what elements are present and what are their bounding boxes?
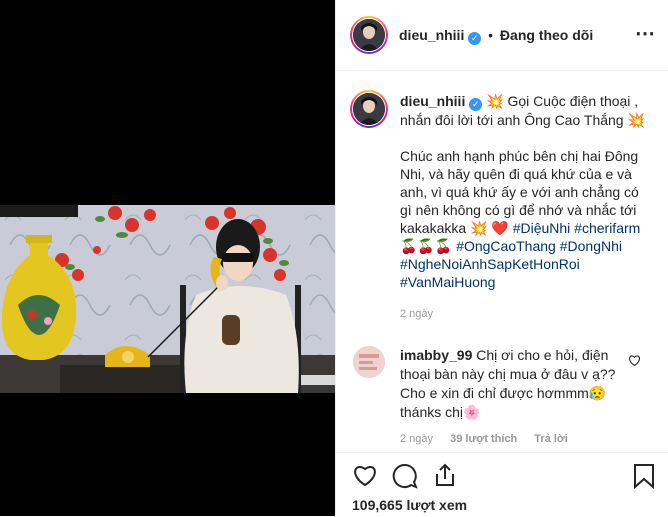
hashtag-link[interactable]: #DongNhi bbox=[560, 238, 622, 254]
caption-emoji: 🍒🍒🍒 bbox=[400, 238, 453, 254]
commenter-avatar-image bbox=[353, 346, 385, 378]
hashtag-link[interactable]: #OngCaoThang bbox=[456, 238, 556, 254]
header-separator: • bbox=[488, 27, 494, 43]
verified-badge-icon: ✓ bbox=[468, 32, 482, 45]
commenter-avatar[interactable] bbox=[353, 346, 385, 378]
post-media[interactable] bbox=[0, 0, 335, 516]
caption-avatar[interactable] bbox=[350, 90, 388, 128]
comment-block: imabby_99 Chị ơi cho e hỏi, điện thoại b… bbox=[400, 346, 622, 422]
share-icon bbox=[436, 463, 454, 486]
save-button[interactable] bbox=[633, 463, 655, 494]
like-button[interactable] bbox=[352, 463, 378, 492]
photo-illustration bbox=[0, 205, 335, 393]
post-side-panel: dieu_nhiii ✓ • Đang theo dõi ⋯ dieu_nhii… bbox=[335, 0, 668, 516]
comment-button[interactable] bbox=[392, 463, 418, 494]
caption-avatar-image bbox=[353, 93, 385, 125]
share-button[interactable] bbox=[432, 462, 458, 493]
view-count[interactable]: 109,665 lượt xem bbox=[352, 497, 467, 513]
follow-status-button[interactable]: Đang theo dõi bbox=[500, 27, 593, 43]
caption-timestamp[interactable]: 2 ngày bbox=[400, 305, 650, 323]
avatar[interactable] bbox=[350, 16, 388, 54]
caption-username[interactable]: dieu_nhiii bbox=[400, 93, 465, 109]
comment-username[interactable]: imabby_99 bbox=[400, 347, 472, 363]
post-actions-footer: 109,665 lượt xem bbox=[336, 452, 668, 517]
hashtag-link[interactable]: #VanMaiHuong bbox=[400, 274, 495, 290]
header-user-line: dieu_nhiii ✓ • Đang theo dõi bbox=[399, 27, 593, 45]
instagram-post-view: dieu_nhiii ✓ • Đang theo dõi ⋯ dieu_nhii… bbox=[0, 0, 668, 516]
comment-reply-button[interactable]: Trả lời bbox=[534, 433, 568, 445]
post-header: dieu_nhiii ✓ • Đang theo dõi ⋯ bbox=[336, 0, 668, 71]
more-icon[interactable]: ⋯ bbox=[635, 24, 655, 44]
comment-timestamp[interactable]: 2 ngày bbox=[400, 433, 433, 445]
avatar-image bbox=[353, 19, 385, 51]
hashtag-link[interactable]: #DiệuNhi bbox=[513, 220, 571, 236]
comment-icon bbox=[392, 463, 418, 489]
comment-heart-icon[interactable] bbox=[628, 354, 641, 372]
heart-icon bbox=[629, 355, 640, 367]
hashtag-link[interactable]: #NgheNoiAnhSapKetHonRoi bbox=[400, 256, 580, 272]
caption-block: dieu_nhiii ✓ 💥 Gọi Cuộc điện thoại , nhắ… bbox=[400, 92, 650, 323]
header-username[interactable]: dieu_nhiii bbox=[399, 27, 464, 43]
hashtag-link[interactable]: #cherifarm bbox=[574, 220, 640, 236]
post-photo[interactable] bbox=[0, 205, 335, 393]
comment-meta: 2 ngày 39 lượt thích Trả lời bbox=[400, 433, 568, 445]
comment-likes[interactable]: 39 lượt thích bbox=[450, 433, 517, 445]
caption-verified-badge-icon: ✓ bbox=[469, 98, 483, 111]
caption-body-paragraph: Chúc anh hạnh phúc bên chị hai Đông Nhi,… bbox=[400, 147, 650, 291]
bookmark-icon bbox=[634, 464, 654, 490]
heart-icon bbox=[354, 466, 376, 487]
